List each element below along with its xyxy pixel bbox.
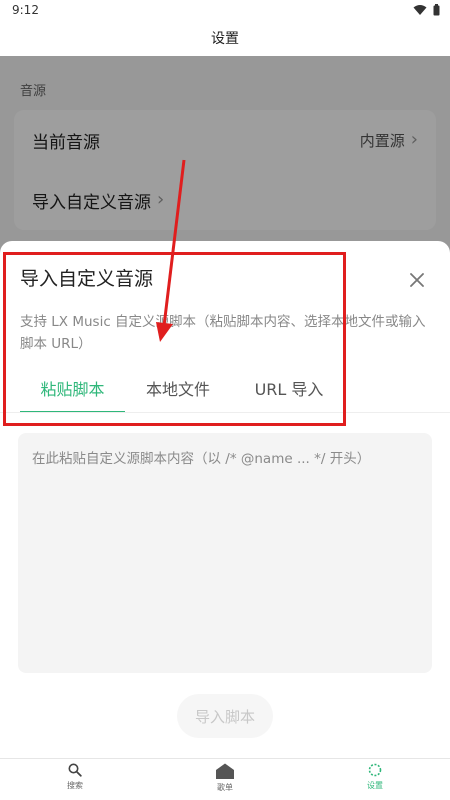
close-icon xyxy=(410,273,424,287)
home-icon xyxy=(216,763,234,779)
status-icons xyxy=(413,4,440,16)
annotation-highlight-box xyxy=(3,252,346,426)
page-title: 设置 xyxy=(211,31,239,47)
import-script-button[interactable]: 导入脚本 xyxy=(177,694,273,738)
nav-item-settings[interactable]: 设置 xyxy=(335,763,415,799)
search-icon xyxy=(68,763,82,777)
status-time: 9:12 xyxy=(12,3,39,17)
app-header: 设置 xyxy=(0,22,450,56)
nav-label: 设置 xyxy=(367,781,383,790)
settings-icon xyxy=(368,763,382,777)
close-button[interactable] xyxy=(402,265,432,295)
battery-icon xyxy=(433,4,440,16)
nav-label: 歌单 xyxy=(217,783,233,792)
nav-item-search[interactable]: 搜索 xyxy=(35,763,115,799)
bottom-nav: 搜索 歌单 设置 xyxy=(0,758,450,800)
wifi-icon xyxy=(413,5,427,15)
script-paste-input[interactable] xyxy=(18,433,432,673)
nav-label: 搜索 xyxy=(67,781,83,790)
nav-item-playlists[interactable]: 歌单 xyxy=(185,763,265,799)
status-bar: 9:12 xyxy=(0,0,450,22)
